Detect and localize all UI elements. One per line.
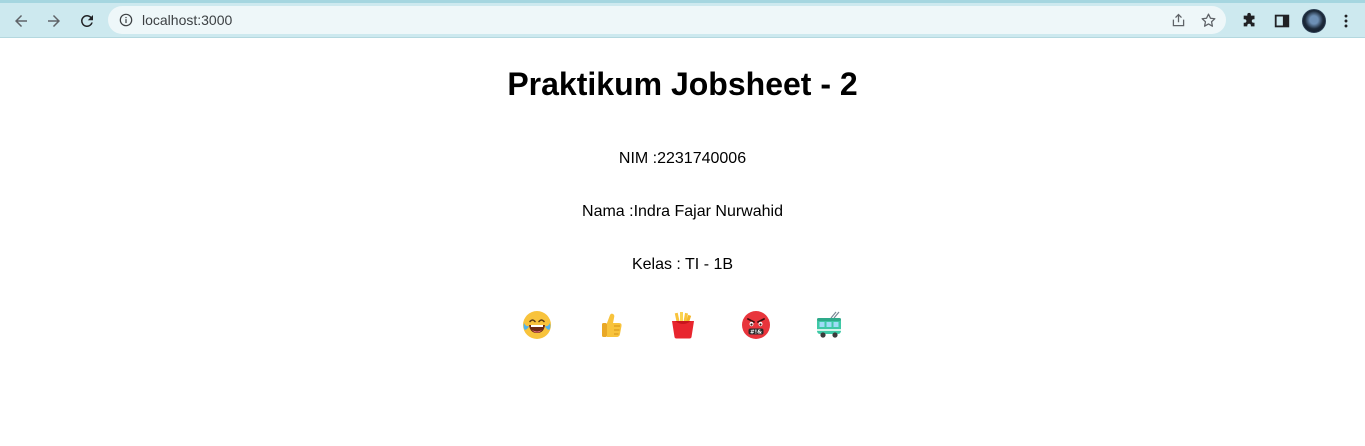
profile-avatar[interactable] — [1302, 9, 1326, 33]
cursing-face-icon: #!& — [740, 309, 772, 341]
thumbs-up-icon — [594, 309, 626, 341]
extensions-puzzle-icon[interactable] — [1238, 9, 1262, 33]
share-icon[interactable] — [1168, 10, 1188, 30]
info-icon[interactable] — [118, 12, 134, 28]
menu-kebab-icon[interactable] — [1334, 9, 1358, 33]
side-panel-icon[interactable] — [1270, 9, 1294, 33]
svg-text:#!&: #!& — [750, 329, 762, 335]
kelas-text: Kelas : TI - 1B — [631, 256, 734, 273]
nama-text: Nama :Indra Fajar Nurwahid — [582, 203, 783, 220]
url-text[interactable]: localhost:3000 — [142, 12, 232, 28]
address-bar[interactable]: localhost:3000 — [108, 6, 1226, 34]
french-fries-icon — [667, 309, 699, 341]
browser-toolbar: localhost:3000 — [0, 0, 1365, 38]
laughing-face-icon — [521, 309, 553, 341]
page-title: Praktikum Jobsheet - 2 — [507, 66, 858, 102]
forward-button[interactable] — [42, 9, 66, 33]
reload-icon — [81, 14, 93, 27]
page-content: Praktikum Jobsheet - 2 NIM :2231740006 N… — [0, 62, 1365, 341]
arrow-right-icon — [48, 15, 60, 27]
avatar-icon — [1302, 9, 1326, 33]
arrow-left-icon — [15, 15, 27, 27]
reload-button[interactable] — [75, 9, 99, 33]
nim-text: NIM :2231740006 — [618, 150, 747, 167]
back-button[interactable] — [9, 9, 33, 33]
trolleybus-icon — [813, 309, 845, 341]
star-icon[interactable] — [1198, 10, 1218, 30]
emoji-row: #!& — [0, 309, 1365, 341]
